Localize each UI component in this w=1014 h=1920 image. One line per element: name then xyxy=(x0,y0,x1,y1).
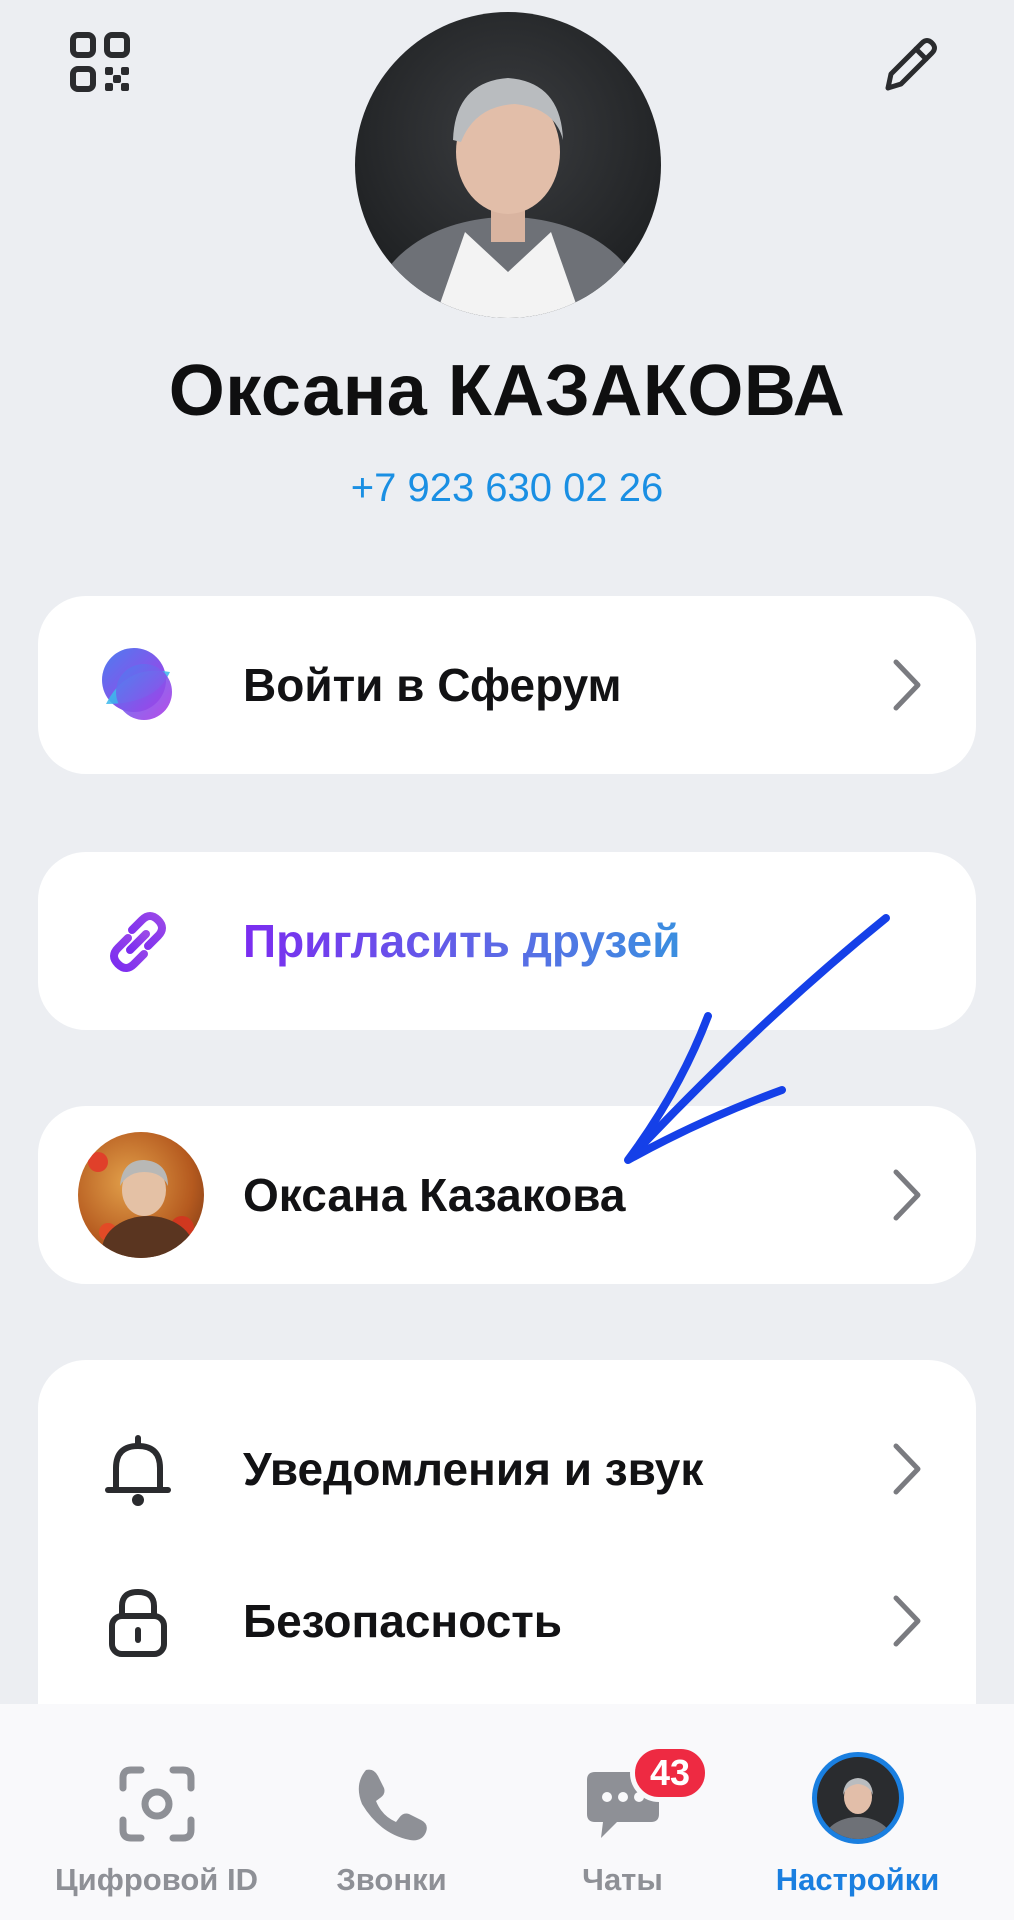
notifications-label: Уведомления и звук xyxy=(243,1443,704,1495)
bottom-nav: Цифровой ID Звонки Чаты Настройки xyxy=(0,1704,1014,1920)
qr-code-icon[interactable] xyxy=(68,30,132,94)
profile-name: Оксана КАЗАКОВА xyxy=(168,351,846,431)
nav-settings[interactable]: Настройки xyxy=(731,1704,984,1920)
account-card[interactable]: Оксана Казакова xyxy=(38,1106,976,1284)
invite-row[interactable]: Пригласить друзей xyxy=(38,866,976,1016)
nav-chats[interactable]: Чаты xyxy=(496,1704,749,1920)
pencil-icon[interactable] xyxy=(878,32,942,96)
sferum-label: Войти в Сферум xyxy=(243,659,622,711)
profile-avatar[interactable] xyxy=(355,12,661,318)
nav-digital-id[interactable]: Цифровой ID xyxy=(30,1704,283,1920)
lock-icon xyxy=(96,1580,180,1664)
sferum-logo-icon xyxy=(96,644,180,728)
account-avatar xyxy=(78,1132,204,1258)
sferum-card[interactable]: Войти в Сферум xyxy=(38,596,976,774)
invite-card[interactable]: Пригласить друзей xyxy=(38,852,976,1030)
chevron-right-icon xyxy=(890,1594,924,1648)
account-label: Оксана Казакова xyxy=(243,1169,626,1221)
security-label: Безопасность xyxy=(243,1595,563,1647)
account-row[interactable]: Оксана Казакова xyxy=(38,1120,976,1270)
nav-calls-label: Звонки xyxy=(336,1862,447,1897)
bell-icon xyxy=(96,1428,180,1512)
nav-chats-label: Чаты xyxy=(582,1862,663,1897)
chevron-right-icon xyxy=(890,1168,924,1222)
avatar-icon xyxy=(811,1752,904,1844)
sferum-row[interactable]: Войти в Сферум xyxy=(38,610,976,760)
profile-phone[interactable]: +7 923 630 02 26 xyxy=(0,466,1014,511)
security-row[interactable]: Безопасность xyxy=(38,1546,976,1696)
face-scan-icon xyxy=(117,1764,197,1844)
nav-calls[interactable]: Звонки xyxy=(265,1704,518,1920)
nav-settings-label: Настройки xyxy=(775,1862,940,1897)
invite-label: Пригласить друзей xyxy=(243,915,681,967)
chevron-right-icon xyxy=(890,658,924,712)
phone-icon xyxy=(352,1764,432,1844)
settings-card: Уведомления и звук Безопасность xyxy=(38,1360,976,1760)
notifications-row[interactable]: Уведомления и звук xyxy=(38,1394,976,1544)
chats-unread-badge: 43 xyxy=(630,1744,710,1802)
chevron-right-icon xyxy=(890,1442,924,1496)
link-icon xyxy=(96,900,180,984)
nav-digital-id-label: Цифровой ID xyxy=(55,1862,258,1897)
